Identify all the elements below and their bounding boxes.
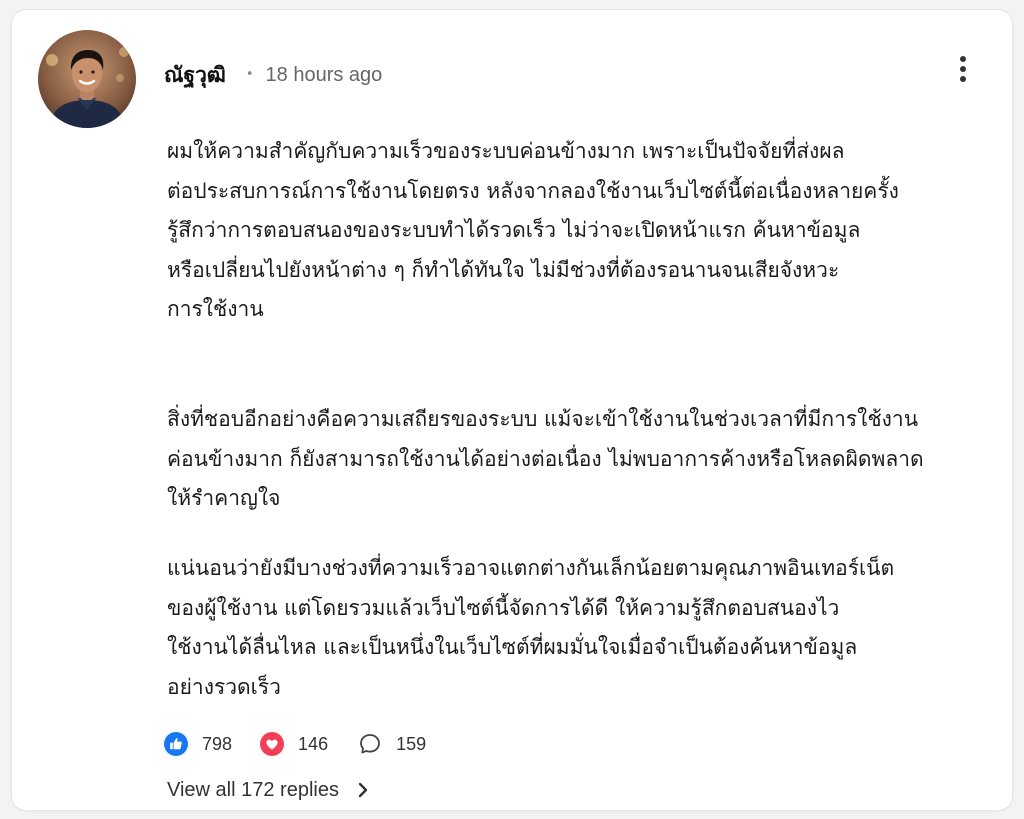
comment-paragraph: ผมให้ความสำคัญกับความเร็วของระบบค่อนข้าง… bbox=[167, 132, 967, 330]
avatar[interactable] bbox=[38, 30, 136, 128]
like-count: 798 bbox=[202, 733, 233, 754]
text-line: อย่างรวดเร็ว bbox=[167, 674, 281, 699]
timestamp: 18 hours ago bbox=[265, 63, 383, 86]
comment-count: 159 bbox=[396, 733, 427, 754]
text-line: ค่อนข้างมาก ก็ยังสามารถใช้งานได้อย่างต่อ… bbox=[167, 446, 924, 471]
more-vertical-icon-dot bbox=[960, 76, 966, 82]
comment-paragraph: แน่นอนว่ายังมีบางช่วงที่ความเร็วอาจแตกต่… bbox=[167, 549, 967, 707]
comment-paragraph: สิ่งที่ชอบอีกอย่างคือความเสถียรของระบบ แ… bbox=[167, 400, 967, 519]
comment-header: ณัฐวุฒิ • 18 hours ago bbox=[164, 58, 382, 92]
avatar-image bbox=[38, 30, 136, 128]
text-line: แน่นอนว่ายังมีบางช่วงที่ความเร็วอาจแตกต่… bbox=[167, 556, 895, 580]
reaction-bar: 798 146 159 bbox=[164, 730, 426, 758]
comment-button[interactable]: 159 bbox=[358, 732, 426, 756]
comment-bubble-icon bbox=[360, 734, 380, 754]
more-vertical-icon-dot bbox=[960, 66, 966, 72]
text-line: สิ่งที่ชอบอีกอย่างคือความเสถียรของระบบ แ… bbox=[167, 407, 919, 431]
author-name[interactable]: ณัฐวุฒิ bbox=[164, 59, 226, 92]
text-line: ใช้งานได้ลื่นไหล และเป็นหนึ่งในเว็บไซต์ท… bbox=[167, 635, 858, 660]
separator-dot: • bbox=[245, 66, 254, 82]
chevron-right-icon bbox=[358, 782, 368, 798]
text-line: การใช้งาน bbox=[167, 297, 264, 322]
text-line: หรือเปลี่ยนไปยังหน้าต่าง ๆ ก็ทำได้ทันใจ … bbox=[167, 257, 840, 282]
thumbs-up-icon bbox=[164, 732, 188, 756]
more-options-button[interactable] bbox=[948, 48, 978, 90]
comment-card: ณัฐวุฒิ • 18 hours ago ผมให้ความสำคัญกับ… bbox=[12, 10, 1012, 810]
text-line: ผมให้ความสำคัญกับความเร็วของระบบค่อนข้าง… bbox=[167, 139, 845, 163]
text-line: ให้รำคาญใจ bbox=[167, 486, 281, 511]
heart-icon bbox=[260, 732, 285, 756]
heart-button[interactable]: 146 bbox=[260, 732, 328, 756]
like-button[interactable]: 798 bbox=[164, 732, 232, 756]
text-line: รู้สึกว่าการตอบสนองของระบบทำได้รวดเร็ว ไ… bbox=[167, 218, 861, 243]
more-vertical-icon bbox=[960, 56, 966, 62]
text-line: ต่อประสบการณ์การใช้งานโดยตรง หลังจากลองใ… bbox=[167, 178, 899, 203]
text-line: ของผู้ใช้งาน แต่โดยรวมแล้วเว็บไซต์นี้จัด… bbox=[167, 595, 840, 620]
view-replies-label: View all 172 replies bbox=[167, 778, 339, 801]
view-replies-link[interactable]: View all 172 replies bbox=[167, 776, 369, 804]
heart-count: 146 bbox=[298, 733, 329, 754]
